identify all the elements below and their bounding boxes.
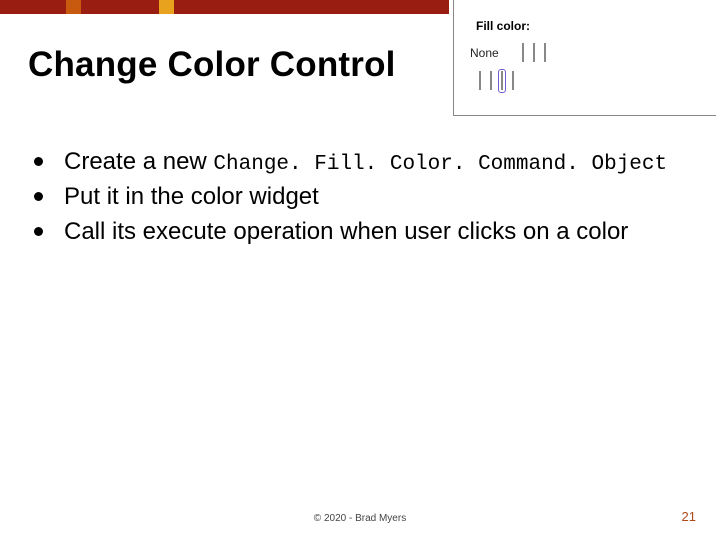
swatch-row-1: None [470, 41, 706, 65]
bullet-code: Change. Fill. Color. Command. Object [213, 153, 667, 176]
swatch-blue[interactable] [498, 69, 506, 93]
accent-tick-orange [66, 0, 81, 14]
swatch-red[interactable] [487, 69, 495, 93]
accent-bar [0, 0, 720, 14]
accent-bar-end [449, 0, 720, 14]
page-title: Change Color Control [28, 45, 396, 85]
bullet-item: Call its execute operation when user cli… [30, 216, 682, 248]
slide: Fill color: None Change Color Control Cr… [0, 0, 720, 540]
accent-tick-yellow [159, 0, 174, 14]
bullet-item: Create a new Change. Fill. Color. Comman… [30, 146, 682, 179]
widget-divider-vertical [453, 0, 454, 116]
bullet-text: Put it in the color widget [64, 183, 319, 210]
swatch-gray-fill [533, 43, 535, 62]
bullet-list: Create a new Change. Fill. Color. Comman… [30, 146, 682, 250]
swatch-red-fill [490, 71, 492, 90]
swatch-gray[interactable] [530, 41, 538, 65]
bullet-item: Put it in the color widget [30, 181, 682, 213]
bullet-text: Create a new [64, 148, 213, 175]
swatch-blue-fill [501, 71, 503, 90]
fill-color-widget: Fill color: None [466, 14, 706, 97]
fill-color-label: Fill color: [476, 19, 706, 33]
footer-page-number: 21 [682, 509, 696, 524]
swatch-yellow-fill [479, 71, 481, 90]
swatch-yellow[interactable] [476, 69, 484, 93]
swatch-none-label[interactable]: None [470, 46, 516, 60]
widget-divider-horizontal [453, 115, 716, 116]
swatch-row-2 [476, 69, 706, 93]
swatch-white[interactable] [519, 41, 527, 65]
swatch-white-fill [522, 43, 524, 62]
footer-copyright: © 2020 - Brad Myers [0, 513, 720, 524]
bullet-text: Call its execute operation when user cli… [64, 218, 628, 245]
swatch-black-fill [544, 43, 546, 62]
swatch-green-fill [512, 71, 514, 90]
swatch-black[interactable] [541, 41, 549, 65]
swatch-green[interactable] [509, 69, 517, 93]
